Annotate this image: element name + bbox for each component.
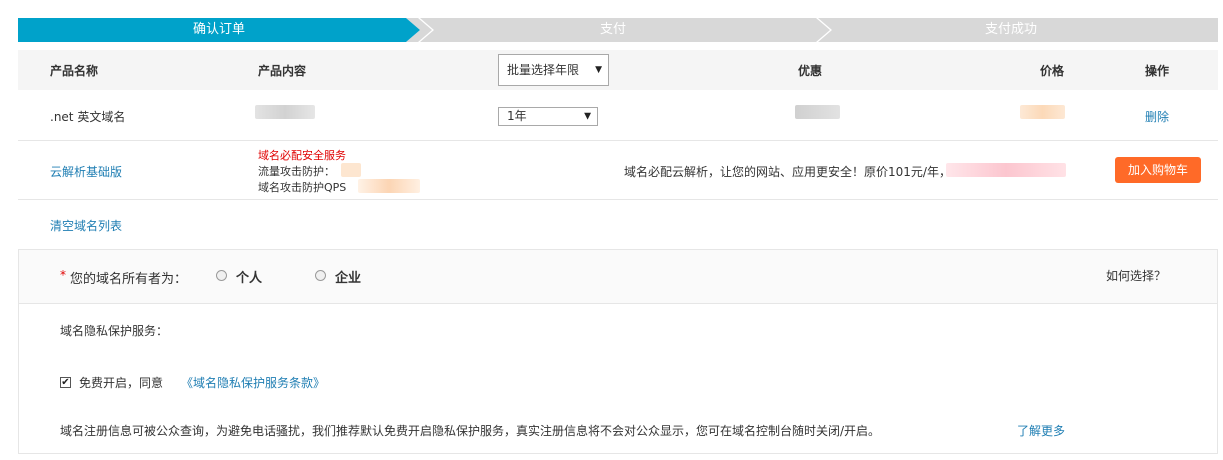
option-enterprise[interactable]: 企业	[335, 267, 361, 286]
masked-value	[341, 163, 361, 177]
radio-enterprise[interactable]	[315, 270, 326, 281]
owner-label: 您的域名所有者为：	[70, 272, 188, 287]
masked-promo	[946, 163, 1066, 177]
delete-link[interactable]: 删除	[1145, 108, 1169, 125]
step-payment: 支付	[406, 18, 820, 42]
masked-value	[358, 179, 420, 193]
dns-promo-text: 域名必配云解析，让您的网站、应用更安全！原价101元/年，	[624, 165, 951, 179]
table-row: .net 英文域名 1年 ▼ 删除	[18, 90, 1218, 141]
qps-protection-label: 域名攻击防护QPS	[258, 181, 347, 194]
header-product-content: 产品内容	[258, 64, 307, 78]
option-individual[interactable]: 个人	[236, 267, 262, 286]
add-to-cart-button[interactable]: 加入购物车	[1115, 157, 1201, 183]
dropdown-arrow-icon: ▼	[595, 65, 602, 75]
dropdown-arrow-icon: ▼	[584, 111, 591, 121]
security-service-note: 域名必配安全服务	[258, 149, 346, 162]
product-name: .net 英文域名	[50, 110, 126, 124]
privacy-title: 域名隐私保护服务：	[60, 324, 169, 338]
step-payment-success: 支付成功	[804, 18, 1218, 42]
header-discount: 优惠	[798, 64, 823, 78]
owner-section: * 您的域名所有者为： 个人 企业 如何选择？	[18, 249, 1218, 304]
header-action: 操作	[1145, 64, 1170, 78]
learn-more-link[interactable]: 了解更多	[1017, 422, 1065, 439]
required-asterisk: *	[60, 268, 66, 282]
privacy-section: 域名隐私保护服务： ✔ 免费开启，同意 《域名隐私保护服务条款》 域名注册信息可…	[18, 303, 1218, 454]
table-row: 云解析基础版 域名必配安全服务 流量攻击防护： 域名攻击防护QPS 域名必配云解…	[18, 141, 1218, 200]
privacy-checkbox[interactable]: ✔	[60, 377, 71, 388]
header-price: 价格	[1040, 64, 1065, 78]
masked-price	[1020, 105, 1065, 119]
order-table: 产品名称 产品内容 批量选择年限 ▼ 优惠 价格 操作 .net 英文域名 1年…	[18, 50, 1218, 200]
step-confirm-order: 确认订单	[18, 18, 420, 42]
traffic-protection-label: 流量攻击防护：	[258, 165, 335, 178]
batch-year-select[interactable]: 批量选择年限 ▼	[498, 54, 609, 86]
privacy-agree-text: 免费开启，同意	[79, 376, 164, 390]
header-product-name: 产品名称	[50, 64, 99, 78]
checkout-steps: 确认订单 支付 支付成功	[18, 18, 1218, 42]
clear-domain-list-link[interactable]: 清空域名列表	[50, 217, 122, 234]
masked-content	[255, 105, 315, 119]
radio-individual[interactable]	[216, 270, 227, 281]
privacy-terms-link[interactable]: 《域名隐私保护服务条款》	[181, 374, 325, 391]
year-select[interactable]: 1年 ▼	[498, 107, 598, 126]
masked-discount	[795, 105, 840, 119]
how-to-choose-link[interactable]: 如何选择？	[1106, 267, 1166, 284]
privacy-notice: 域名注册信息可被公众查询，为避免电话骚扰，我们推荐默认免费开启隐私保护服务，真实…	[60, 424, 881, 438]
dns-basic-link[interactable]: 云解析基础版	[50, 163, 122, 180]
table-header: 产品名称 产品内容 批量选择年限 ▼ 优惠 价格 操作	[18, 50, 1218, 90]
